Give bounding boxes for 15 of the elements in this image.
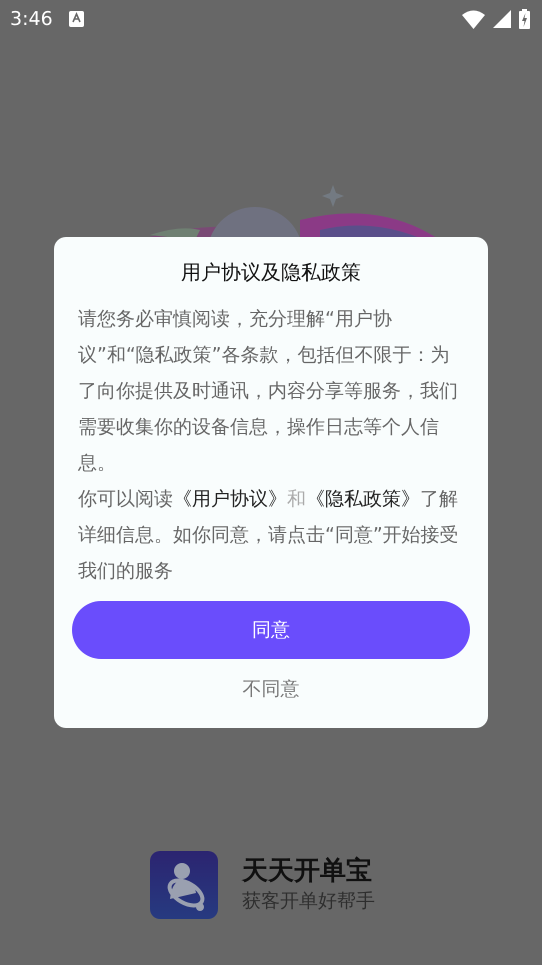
policy-link[interactable]: 《用户协议》 (173, 488, 287, 510)
app-slogan: 获客开单好帮手 (242, 890, 375, 913)
app-logo-icon (150, 851, 218, 919)
body-paragraph: 你可以阅读《用户协议》和《隐私政策》了解详细信息。如你同意，请点击“同意”开始接受我们的服务 (78, 487, 460, 584)
app-name: 天天开单宝 (242, 857, 373, 886)
body-paragraph: 请您务必审慎阅读，充分理解“用户协议”和“隐私政策”各条款，包括但不限于：为了向你提供及时通讯，内容分享等服务，我们需要收集你的设备信息，操作日志等个人信息。 (78, 307, 459, 476)
status-time: 3:46 (10, 6, 53, 32)
keyboard-icon (68, 11, 84, 27)
wifi-icon (462, 10, 485, 28)
disagree-button[interactable]: 不同意 (232, 669, 310, 710)
battery-charging-icon (519, 9, 530, 29)
signal-icon (493, 10, 511, 28)
dialog-title: 用户协议及隐私政策 (180, 259, 362, 286)
policy-link[interactable]: 《隐私政策》 (306, 488, 420, 510)
agree-button[interactable]: 同意 (72, 601, 470, 659)
